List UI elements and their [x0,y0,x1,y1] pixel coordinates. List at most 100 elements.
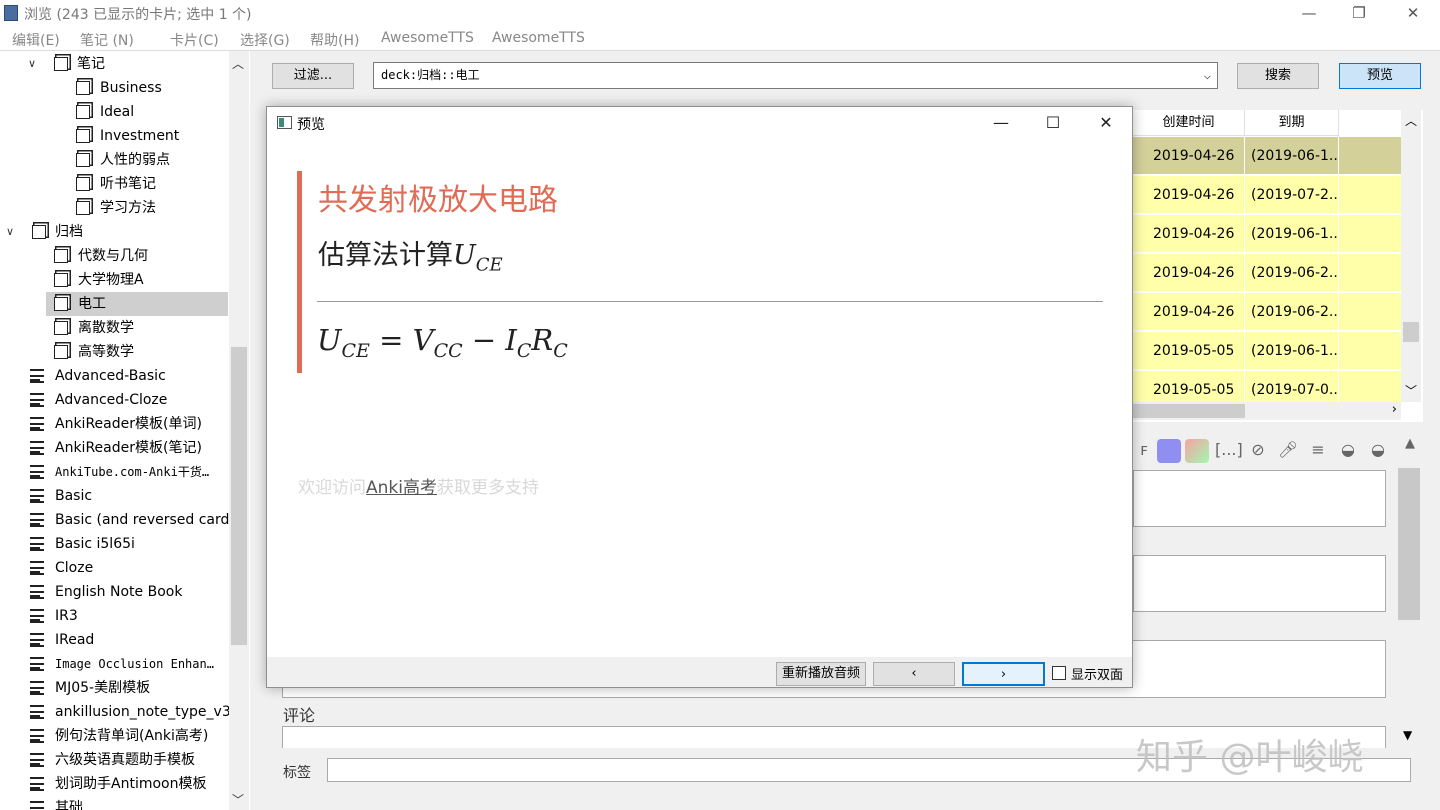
cell-created: 2019-05-05 [1133,332,1245,370]
note-type-iread[interactable]: IRead [28,628,228,652]
chevron-down-icon[interactable]: ⌵ [1204,63,1211,88]
eq-u-sub: CE [341,339,370,362]
scroll-up-icon[interactable]: ︿ [232,55,244,72]
show-both-sides-checkbox[interactable] [1052,666,1066,680]
note-icon [76,81,90,95]
clear-format-icon[interactable]: ꜰ [1133,440,1155,462]
search-button[interactable]: 搜索 [1237,63,1319,89]
tree-item-advanced-math[interactable]: 高等数学 [52,340,228,364]
editor-field-2[interactable] [1133,555,1386,612]
previous-card-button[interactable]: ‹ [873,662,955,686]
tree-item-physics-a[interactable]: 大学物理A [52,268,228,292]
note-type-basic[interactable]: Basic [28,484,228,508]
note-type-ankillusion[interactable]: ankillusion_note_type_v3 [28,700,231,724]
note-type-basic-cn[interactable]: 其础 [28,796,228,810]
search-value: deck:归档::电工 [381,68,480,82]
tree-item-label: ankillusion_note_type_v3 [55,704,231,720]
editor-scrollbar[interactable] [1398,468,1420,620]
note-type-ankireader-note[interactable]: AnkiReader模板(笔记) [28,436,228,460]
maximize-button[interactable]: ❐ [1336,2,1382,24]
note-type-advanced-basic[interactable]: Advanced-Basic [28,364,228,388]
note-type-antimoon[interactable]: 划词助手Antimoon模板 [28,772,228,796]
note-type-mj05[interactable]: MJ05-美剧模板 [28,676,228,700]
close-icon[interactable]: ✕ [1084,111,1128,135]
tree-item-ideal[interactable]: Ideal [74,100,224,124]
tree-item-notes[interactable]: ∨ 笔记 [28,52,228,76]
scroll-down-icon[interactable]: ﹀ [232,791,244,808]
collapse-up-icon[interactable]: ▲ [1399,436,1421,458]
table-horizontal-scrollbar[interactable]: › [1133,402,1401,420]
menu-icon[interactable]: ≡ [1307,440,1329,462]
scrollbar-thumb[interactable] [231,347,247,645]
tree-item-electrical[interactable]: 电工 [46,292,228,316]
microphone-icon[interactable]: 🎤︎ [1277,440,1299,462]
note-icon [76,177,90,191]
column-header-due[interactable]: 到期 [1245,110,1339,136]
scroll-down-icon[interactable]: ▼ [1403,728,1412,742]
tree-item-archive[interactable]: ∨ 归档 [6,220,226,244]
filter-button[interactable]: 过滤... [272,63,354,89]
note-type-icon [30,801,44,810]
chevron-down-icon[interactable]: ∨ [28,52,42,76]
sidebar-scrollbar[interactable]: ︿ ﹀ [229,51,249,810]
next-card-button[interactable]: › [962,662,1045,686]
note-type-example-sentence[interactable]: 例句法背单词(Anki高考) [28,724,228,748]
table-row[interactable]: 2019-04-26 (2019-06-1... [1133,137,1401,175]
scroll-down-icon[interactable]: ﹀ [1405,382,1417,399]
note-type-image-occlusion[interactable]: Image Occlusion Enhan… [28,652,228,676]
tree-item-learning-methods[interactable]: 学习方法 [74,196,224,220]
table-row[interactable]: 2019-05-05 (2019-06-1... [1133,332,1401,370]
note-type-basic-i5l65i[interactable]: Basic i5l65i [28,532,228,556]
column-header-created[interactable]: 创建时间 [1133,110,1245,136]
note-type-basic-reversed[interactable]: Basic (and reversed card) [28,508,235,532]
table-row[interactable]: 2019-04-26 (2019-06-2... [1133,254,1401,292]
text-color-icon[interactable] [1157,439,1181,463]
close-button[interactable]: ✕ [1390,2,1436,24]
menu-select[interactable]: 选择(G) [240,30,290,50]
menu-cards[interactable]: 卡片(C) [170,30,219,50]
tree-item-human-weakness[interactable]: 人性的弱点 [74,148,224,172]
tree-item-discrete-math[interactable]: 离散数学 [52,316,228,340]
table-vertical-scrollbar[interactable]: ︿ ﹀ [1401,110,1421,402]
note-type-ankireader-word[interactable]: AnkiReader模板(单词) [28,412,228,436]
table-row[interactable]: 2019-04-26 (2019-06-2... [1133,293,1401,331]
scroll-right-icon[interactable]: › [1392,402,1397,417]
menu-awesometts-1[interactable]: AwesomeTTS [381,30,474,46]
cloze-icon[interactable]: [...] [1215,440,1243,462]
note-type-english-note-book[interactable]: English Note Book [28,580,228,604]
note-type-icon [30,489,44,503]
menu-notes[interactable]: 笔记 (N) [80,30,134,50]
note-type-ir3[interactable]: IR3 [28,604,228,628]
chevron-down-icon[interactable]: ∨ [6,220,20,244]
menu-help[interactable]: 帮助(H) [310,30,359,50]
scrollbar-thumb[interactable] [1133,404,1245,418]
scrollbar-thumb[interactable] [1403,322,1419,342]
tree-item-business[interactable]: Business [74,76,224,100]
awesometts-icon[interactable]: ◒ [1337,440,1359,462]
minimize-icon[interactable]: — [979,111,1023,135]
replay-audio-button[interactable]: 重新播放音频 [776,662,866,686]
tree-item-algebra-geometry[interactable]: 代数与几何 [52,244,228,268]
anki-gaokao-link[interactable]: Anki高考 [366,478,437,498]
note-type-icon [30,585,44,599]
awesometts-icon-2[interactable]: ◒ [1367,440,1389,462]
search-input[interactable]: deck:归档::电工 ⌵ [373,62,1218,89]
note-type-advanced-cloze[interactable]: Advanced-Cloze [28,388,228,412]
tree-item-investment[interactable]: Investment [74,124,224,148]
note-type-ankitube[interactable]: AnkiTube.com-Anki干货… [28,460,228,484]
menu-awesometts-2[interactable]: AwesomeTTS [492,30,585,46]
menu-edit[interactable]: 编辑(E) [12,30,60,50]
highlight-color-icon[interactable] [1185,439,1209,463]
cell-created: 2019-04-26 [1133,215,1245,253]
minimize-button[interactable]: — [1286,2,1332,24]
maximize-icon[interactable]: ☐ [1031,111,1075,135]
note-type-cloze[interactable]: Cloze [28,556,228,580]
editor-field-1[interactable] [1133,470,1386,527]
tree-item-audiobook-notes[interactable]: 听书笔记 [74,172,224,196]
table-row[interactable]: 2019-04-26 (2019-06-1... [1133,215,1401,253]
preview-button[interactable]: 预览 [1339,63,1421,89]
note-type-cet6[interactable]: 六级英语真题助手模板 [28,748,228,772]
table-row[interactable]: 2019-04-26 (2019-07-2... [1133,176,1401,214]
scroll-up-icon[interactable]: ︿ [1405,112,1417,129]
attach-icon[interactable]: ⊘ [1247,440,1269,462]
